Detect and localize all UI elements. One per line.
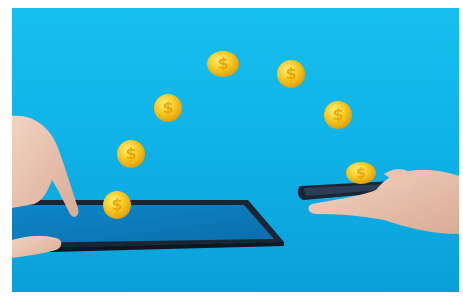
coin-6: $ [324, 101, 352, 129]
coin-2: $ [117, 140, 145, 168]
svg-text:$: $ [111, 195, 122, 214]
svg-text:$: $ [217, 54, 228, 73]
svg-text:$: $ [356, 166, 366, 182]
photo-illustration: $ $ $ $ $ $ $ [12, 51, 459, 258]
svg-text:$: $ [332, 105, 343, 124]
coin-3: $ [154, 94, 182, 122]
coin-1: $ [103, 191, 131, 219]
svg-text:$: $ [285, 64, 296, 83]
svg-text:$: $ [125, 144, 136, 163]
coin-7: $ [346, 162, 376, 184]
right-hand [308, 169, 459, 234]
svg-text:$: $ [162, 98, 173, 117]
photo-scene: $ $ $ $ $ $ $ [12, 8, 459, 292]
coin-5: $ [277, 60, 305, 88]
coin-4: $ [207, 51, 239, 77]
